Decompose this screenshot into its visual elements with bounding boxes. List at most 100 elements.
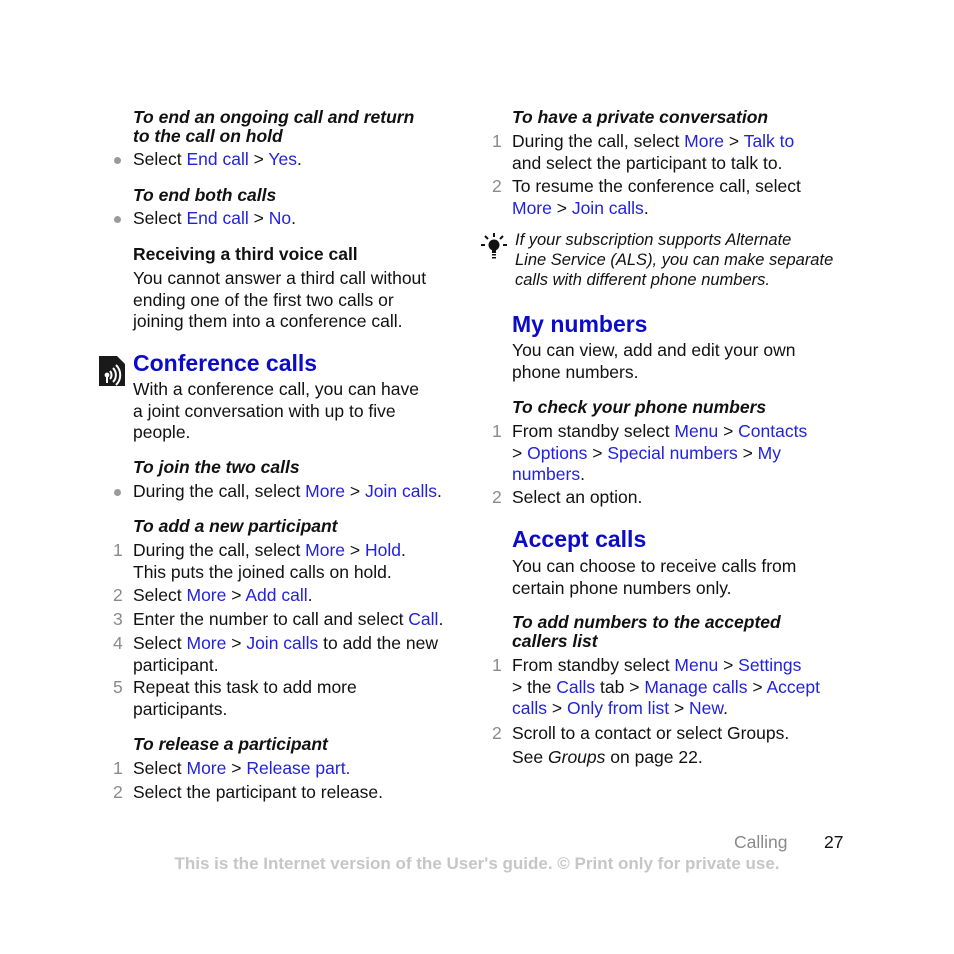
text: Select xyxy=(133,633,187,653)
menu-link-call[interactable]: Call xyxy=(408,609,438,629)
step-number: 2 xyxy=(113,782,123,802)
text: . xyxy=(307,585,313,605)
paragraph-third-call: You cannot answer a third call without e… xyxy=(133,268,426,333)
text: . xyxy=(401,540,406,560)
text-line: If your subscription supports Alternate xyxy=(515,231,792,249)
menu-link-release-part[interactable]: Release part. xyxy=(246,758,350,778)
step-text: Select an option. xyxy=(512,487,643,507)
step-text: Select More > Add call. xyxy=(133,585,313,607)
menu-link-contacts[interactable]: Contacts xyxy=(738,421,807,441)
text-line: You can view, add and edit your own xyxy=(512,340,796,360)
title-line: to the call on hold xyxy=(133,126,283,146)
text-line: certain phone numbers only. xyxy=(512,577,732,598)
menu-link-menu[interactable]: Menu xyxy=(674,655,718,675)
separator: > xyxy=(551,197,572,218)
title-line: To add numbers to the accepted xyxy=(512,612,781,632)
step-text: Repeat this task to add more participants… xyxy=(133,677,357,720)
text-line: ending one of the first two calls or xyxy=(133,289,394,310)
menu-link-join-calls[interactable]: Join calls xyxy=(246,633,318,653)
menu-link-hold[interactable]: Hold xyxy=(365,540,401,560)
paragraph-accept-calls: You can choose to receive calls from cer… xyxy=(512,556,796,599)
menu-link-menu[interactable]: Menu xyxy=(674,421,718,441)
step-number: 1 xyxy=(113,758,123,778)
step-number: 1 xyxy=(492,655,502,675)
text: and select the participant to talk to. xyxy=(512,152,783,173)
footer-page-number: 27 xyxy=(824,832,844,852)
menu-link-end-call[interactable]: End call xyxy=(187,149,249,169)
separator: > xyxy=(248,208,269,228)
procedure-title-end-both: To end both calls xyxy=(133,185,277,205)
menu-link-join-calls[interactable]: Join calls xyxy=(572,198,644,218)
menu-link-accept-calls[interactable]: Accept xyxy=(766,677,820,697)
text: Scroll to a contact or select Groups. xyxy=(512,723,790,743)
text: on page 22. xyxy=(605,747,703,767)
separator: > xyxy=(718,655,739,675)
step-text: Select the participant to release. xyxy=(133,782,384,802)
step-number: 2 xyxy=(492,723,502,743)
menu-link-more[interactable]: More xyxy=(187,633,227,653)
tip-text: If your subscription supports Alternate … xyxy=(515,230,833,290)
menu-link-new[interactable]: New xyxy=(689,698,723,718)
menu-link-calls-tab[interactable]: Calls xyxy=(556,677,595,697)
menu-link-special-numbers[interactable]: Special numbers xyxy=(607,443,737,463)
menu-link-manage-calls[interactable]: Manage calls xyxy=(644,677,747,697)
separator: > xyxy=(226,585,246,605)
menu-link-more[interactable]: More xyxy=(305,481,345,501)
menu-link-talk-to[interactable]: Talk to xyxy=(744,131,795,151)
menu-link-join-calls[interactable]: Join calls xyxy=(365,481,437,501)
cross-reference-groups[interactable]: Groups xyxy=(548,747,605,767)
text: Select xyxy=(133,149,187,169)
menu-link-my-numbers[interactable]: My xyxy=(758,443,781,463)
menu-link-yes[interactable]: Yes xyxy=(268,149,297,169)
subheading-third-call: Receiving a third voice call xyxy=(133,244,358,264)
text: participant. xyxy=(133,654,219,675)
separator: > xyxy=(724,131,744,151)
text: . xyxy=(291,208,296,228)
tip-lightbulb-icon xyxy=(480,232,510,262)
step-text: Scroll to a contact or select Groups. See… xyxy=(512,721,789,769)
menu-link-accept-calls[interactable]: calls xyxy=(512,698,547,718)
separator: > xyxy=(747,676,767,697)
procedure-title-private: To have a private conversation xyxy=(512,107,769,127)
bullet-text: Select End call > No. xyxy=(133,208,296,230)
bullet-text: During the call, select More > Join call… xyxy=(133,481,442,503)
step-text: During the call, select More > Talk to an… xyxy=(512,131,794,174)
menu-link-more[interactable]: More xyxy=(305,540,345,560)
separator: > xyxy=(737,442,758,463)
step-number: 2 xyxy=(113,585,123,605)
menu-link-more[interactable]: More xyxy=(187,758,227,778)
section-heading-my-numbers: My numbers xyxy=(512,311,648,337)
procedure-title-release: To release a participant xyxy=(133,734,328,754)
step-number: 2 xyxy=(492,487,502,507)
text-line: a joint conversation with up to five xyxy=(133,400,396,421)
separator: > xyxy=(345,540,365,560)
text: This puts the joined calls on hold. xyxy=(133,561,392,582)
text: Enter the number to call and select xyxy=(133,609,409,629)
menu-link-options[interactable]: Options xyxy=(527,443,587,463)
text: > the xyxy=(512,676,557,697)
text: Select xyxy=(133,758,187,778)
menu-link-only-from-list[interactable]: Only from list xyxy=(567,698,669,718)
menu-link-end-call[interactable]: End call xyxy=(187,208,249,228)
menu-link-more[interactable]: More xyxy=(512,198,552,218)
text: tab > xyxy=(595,676,645,697)
bullet-icon xyxy=(114,489,121,496)
separator: > xyxy=(718,421,739,441)
procedure-title-check-numbers: To check your phone numbers xyxy=(512,397,767,417)
text-line: phone numbers. xyxy=(512,361,639,382)
title-line: callers list xyxy=(512,631,598,651)
step-text: Select More > Join calls to add the new p… xyxy=(133,633,438,676)
text-line: You can choose to receive calls from xyxy=(512,556,797,576)
menu-link-more[interactable]: More xyxy=(684,131,724,151)
menu-link-settings[interactable]: Settings xyxy=(738,655,801,675)
separator: > xyxy=(669,698,690,718)
separator: > xyxy=(248,149,269,169)
text-line: With a conference call, you can have xyxy=(133,379,419,399)
menu-link-no[interactable]: No xyxy=(269,208,291,228)
menu-link-add-call[interactable]: Add call xyxy=(245,585,307,605)
menu-link-my-numbers[interactable]: numbers xyxy=(512,464,580,484)
text: Repeat this task to add more xyxy=(133,677,357,697)
separator: > xyxy=(512,442,528,463)
menu-link-more[interactable]: More xyxy=(187,585,227,605)
step-number: 1 xyxy=(492,131,502,151)
